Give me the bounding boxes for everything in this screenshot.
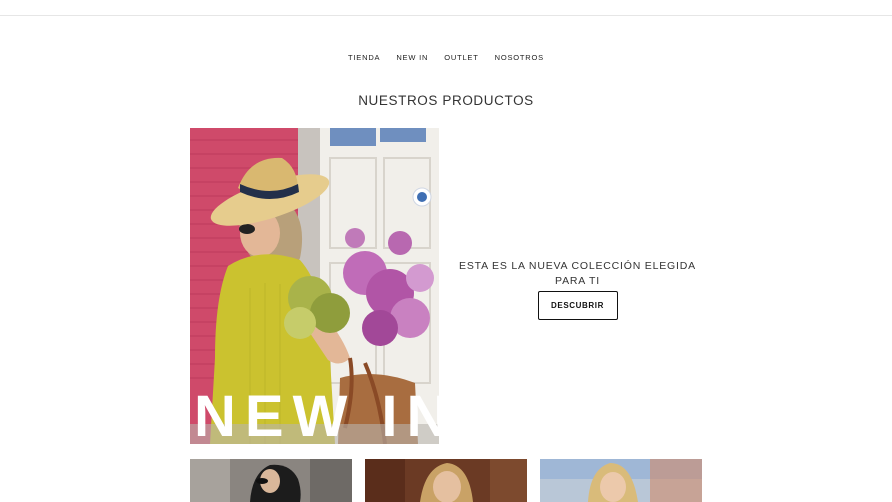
nav-item-new-in[interactable]: NEW IN <box>396 53 428 62</box>
hero-overlay-title: NEW IN <box>194 384 439 445</box>
product-photo-3 <box>540 459 702 502</box>
product-thumbnail-3[interactable] <box>540 459 702 502</box>
hero-image[interactable]: NEW IN <box>190 128 439 444</box>
discover-button[interactable]: DESCUBRIR <box>537 291 618 320</box>
product-thumbnail-2[interactable] <box>365 459 527 502</box>
hero-tagline: ESTA ES LA NUEVA COLECCIÓN ELEGIDA PARA … <box>459 260 696 287</box>
main-navigation: TIENDA NEW IN OUTLET NOSOTROS <box>0 53 892 62</box>
product-thumbnail-1[interactable] <box>190 459 352 502</box>
top-header-bar <box>0 0 892 16</box>
nav-item-nosotros[interactable]: NOSOTROS <box>495 53 544 62</box>
product-photo-2 <box>365 459 527 502</box>
nav-item-tienda[interactable]: TIENDA <box>348 53 380 62</box>
hero-text-block: ESTA ES LA NUEVA COLECCIÓN ELEGIDA PARA … <box>455 259 700 320</box>
product-photo-1 <box>190 459 352 502</box>
section-title: NUESTROS PRODUCTOS <box>358 93 534 108</box>
nav-item-outlet[interactable]: OUTLET <box>444 53 478 62</box>
